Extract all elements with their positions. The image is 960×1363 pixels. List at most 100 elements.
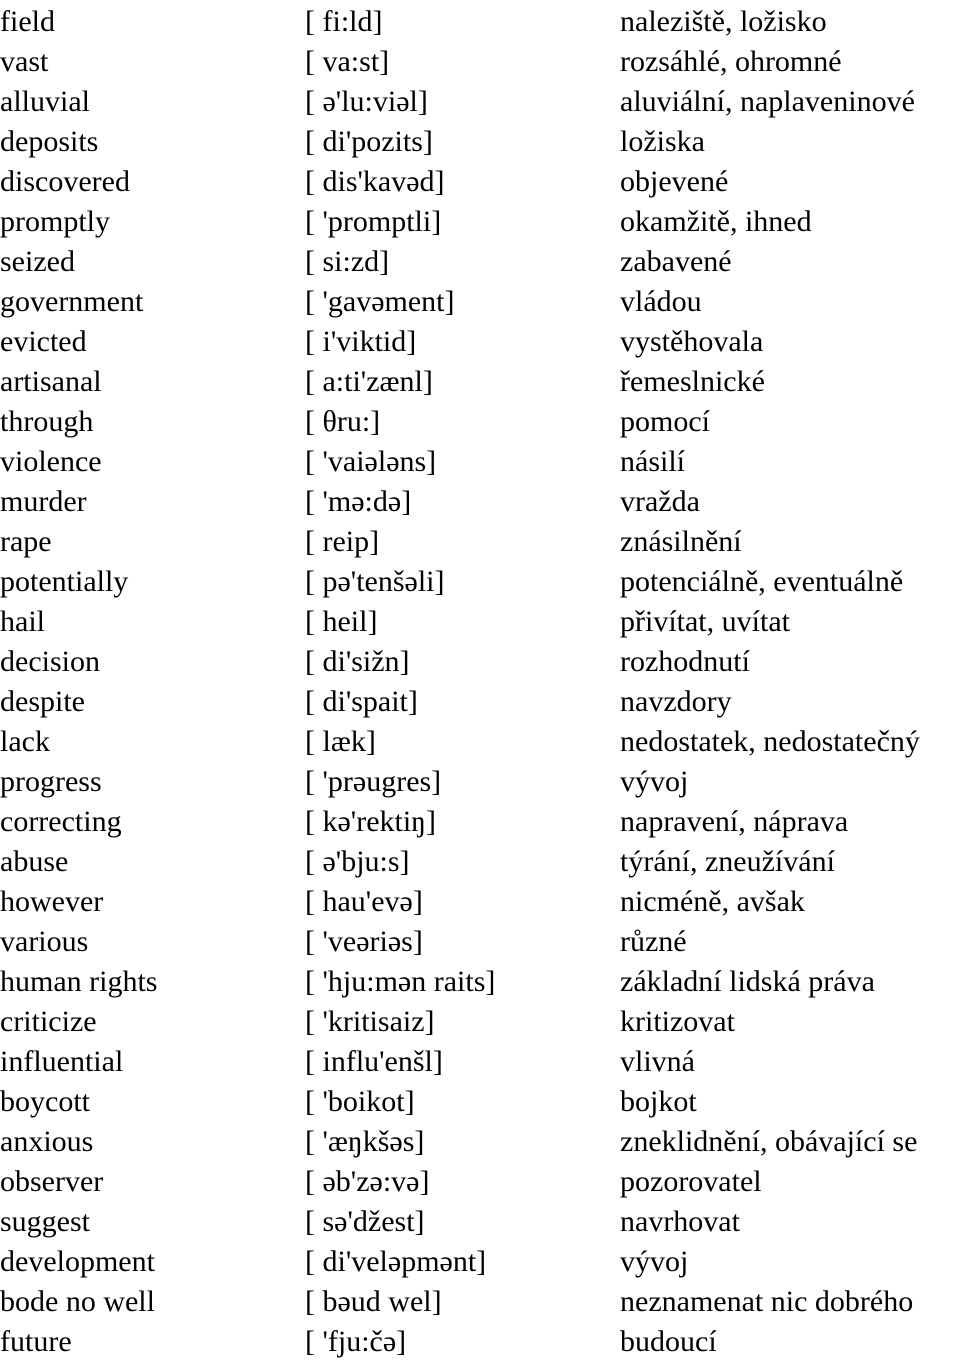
vocabulary-row: despite [ di'spait] navzdory [0, 682, 960, 722]
english-term: promptly [0, 205, 110, 238]
phonetic-transcription: [ 'prəugres] [305, 765, 442, 798]
english-term: future [0, 1325, 72, 1358]
czech-translation: navrhovat [620, 1205, 740, 1238]
czech-translation: vývoj [620, 1245, 689, 1278]
czech-translation: neznamenat nic dobrého [620, 1285, 914, 1318]
english-term: suggest [0, 1205, 90, 1238]
english-term: seized [0, 245, 75, 278]
english-term: criticize [0, 1005, 97, 1038]
english-term: potentially [0, 565, 129, 598]
vocabulary-row: anxious [ 'æŋkšəs] zneklidnění, obávající … [0, 1122, 960, 1162]
czech-translation: vlivná [620, 1045, 695, 1078]
czech-translation: pozorovatel [620, 1165, 762, 1198]
vocabulary-row: violence [ 'vaiələns] násilí [0, 442, 960, 482]
czech-translation: znásilnění [620, 525, 742, 558]
vocabulary-row: promptly [ 'promptli] okamžitě, ihned [0, 202, 960, 242]
phonetic-transcription: [ 'mə:də] [305, 485, 412, 518]
vocabulary-table-body: field [ fi:ld] naleziště, ložisko vast [ va:… [0, 2, 960, 1362]
czech-translation: nicméně, avšak [620, 885, 805, 918]
phonetic-transcription: [ a:ti'zænl] [305, 365, 433, 398]
phonetic-transcription: [ bəud wel] [305, 1285, 442, 1318]
english-term: lack [0, 725, 50, 758]
english-term: bode no well [0, 1285, 155, 1318]
english-term: correcting [0, 805, 122, 838]
english-term: murder [0, 485, 87, 518]
czech-translation: ložiska [620, 125, 705, 158]
vocabulary-row: hail [ heil] přivítat, uvítat [0, 602, 960, 642]
vocabulary-row: observer [ əb'zə:və] pozorovatel [0, 1162, 960, 1202]
english-term: progress [0, 765, 102, 798]
vocabulary-row: vast [ va:st] rozsáhlé, ohromné [0, 42, 960, 82]
phonetic-transcription: [ ə'lu:viəl] [305, 85, 428, 118]
vocabulary-row: murder [ 'mə:də] vražda [0, 482, 960, 522]
phonetic-transcription: [ heil] [305, 605, 378, 638]
phonetic-transcription: [ ə'bju:s] [305, 845, 410, 878]
czech-translation: rozsáhlé, ohromné [620, 45, 842, 78]
czech-translation: pomocí [620, 405, 710, 438]
vocabulary-row: decision [ di'sižn] rozhodnutí [0, 642, 960, 682]
vocabulary-row: rape [ reip] znásilnění [0, 522, 960, 562]
phonetic-transcription: [ 'veəriəs] [305, 925, 423, 958]
vocabulary-row: correcting [ kə'rektiŋ] napravení, náprava [0, 802, 960, 842]
english-term: alluvial [0, 85, 90, 118]
phonetic-transcription: [ di'pozits] [305, 125, 433, 158]
phonetic-transcription: [ reip] [305, 525, 380, 558]
vocabulary-sheet: field [ fi:ld] naleziště, ložisko vast [ va:… [0, 0, 960, 1363]
vocabulary-row: development [ di'veləpmənt] vývoj [0, 1242, 960, 1282]
czech-translation: objevené [620, 165, 729, 198]
phonetic-transcription: [ 'promptli] [305, 205, 442, 238]
phonetic-transcription: [ dis'kavəd] [305, 165, 445, 198]
czech-translation: kritizovat [620, 1005, 735, 1038]
english-term: various [0, 925, 89, 958]
vocabulary-row: abuse [ ə'bju:s] týrání, zneužívání [0, 842, 960, 882]
czech-translation: budoucí [620, 1325, 717, 1358]
czech-translation: napravení, náprava [620, 805, 849, 838]
phonetic-transcription: [ əb'zə:və] [305, 1165, 430, 1198]
english-term: human rights [0, 965, 158, 998]
english-term: abuse [0, 845, 69, 878]
phonetic-transcription: [ 'fju:čə] [305, 1325, 407, 1358]
english-term: hail [0, 605, 45, 638]
phonetic-transcription: [ θru:] [305, 405, 381, 438]
english-term: discovered [0, 165, 130, 198]
phonetic-transcription: [ di'veləpmənt] [305, 1245, 487, 1278]
phonetic-transcription: [ i'viktid] [305, 325, 417, 358]
vocabulary-row: influential [ influ'enšl] vlivná [0, 1042, 960, 1082]
english-term: boycott [0, 1085, 90, 1118]
english-term: government [0, 285, 144, 318]
english-term: decision [0, 645, 100, 678]
vocabulary-row: evicted [ i'viktid] vystěhovala [0, 322, 960, 362]
vocabulary-row: seized [ si:zd] zabavené [0, 242, 960, 282]
czech-translation: vládou [620, 285, 702, 318]
czech-translation: naleziště, ložisko [620, 5, 827, 38]
english-term: observer [0, 1165, 104, 1198]
vocabulary-row: suggest [ sə'džest] navrhovat [0, 1202, 960, 1242]
czech-translation: aluviální, naplaveninové [620, 85, 915, 118]
vocabulary-row: boycott [ 'boikot] bojkot [0, 1082, 960, 1122]
czech-translation: bojkot [620, 1085, 697, 1118]
vocabulary-row: through [ θru:] pomocí [0, 402, 960, 442]
czech-translation: zneklidnění, obávající se [620, 1125, 918, 1158]
phonetic-transcription: [ 'boikot] [305, 1085, 415, 1118]
phonetic-transcription: [ di'sižn] [305, 645, 410, 678]
czech-translation: vystěhovala [620, 325, 764, 358]
english-term: artisanal [0, 365, 102, 398]
phonetic-transcription: [ kə'rektiŋ] [305, 805, 437, 838]
phonetic-transcription: [ influ'enšl] [305, 1045, 443, 1078]
vocabulary-row: deposits [ di'pozits] ložiska [0, 122, 960, 162]
czech-translation: násilí [620, 445, 685, 478]
vocabulary-row: field [ fi:ld] naleziště, ložisko [0, 2, 960, 42]
czech-translation: vývoj [620, 765, 689, 798]
phonetic-transcription: [ hau'evə] [305, 885, 423, 918]
czech-translation: vražda [620, 485, 700, 518]
english-term: rape [0, 525, 52, 558]
vocabulary-row: human rights [ 'hju:mən raits] základní li… [0, 962, 960, 1002]
vocabulary-row: future [ 'fju:čə] budoucí [0, 1322, 960, 1362]
phonetic-transcription: [ si:zd] [305, 245, 390, 278]
vocabulary-row: however [ hau'evə] nicméně, avšak [0, 882, 960, 922]
czech-translation: navzdory [620, 685, 732, 718]
phonetic-transcription: [ va:st] [305, 45, 390, 78]
vocabulary-table: field [ fi:ld] naleziště, ložisko vast [ va:… [0, 2, 960, 1362]
czech-translation: potenciálně, eventuálně [620, 565, 904, 598]
czech-translation: řemeslnické [620, 365, 765, 398]
